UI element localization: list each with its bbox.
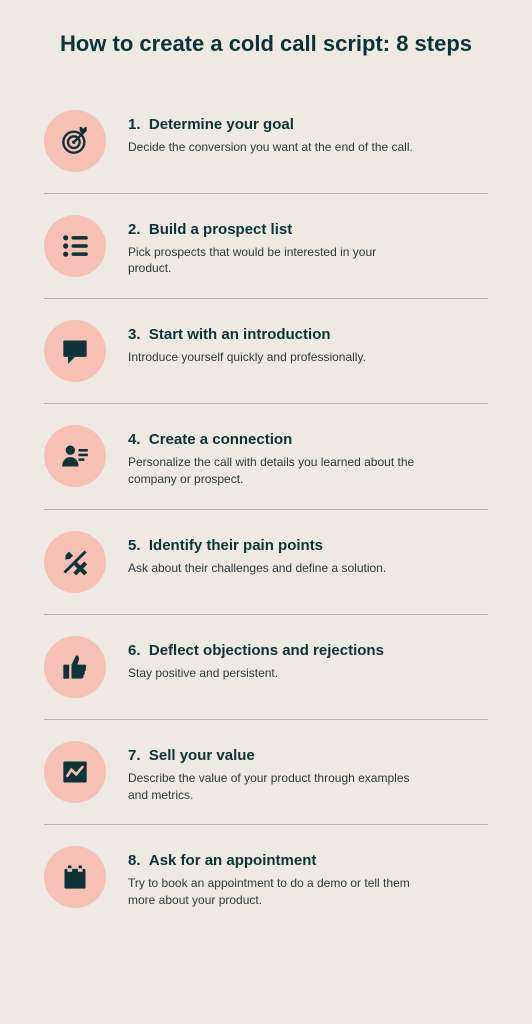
person-icon	[44, 425, 106, 487]
step-heading: 4. Create a connection	[128, 431, 488, 448]
step-heading: 6. Deflect objections and rejections	[128, 642, 488, 659]
target-icon	[44, 110, 106, 172]
step-body: 3. Start with an introduction Introduce …	[128, 320, 488, 366]
step-body: 6. Deflect objections and rejections Sta…	[128, 636, 488, 682]
step-4: 4. Create a connection Personalize the c…	[44, 404, 488, 510]
steps-list: 1. Determine your goal Decide the conver…	[44, 89, 488, 930]
step-desc: Stay positive and persistent.	[128, 665, 418, 682]
step-desc: Describe the value of your product throu…	[128, 770, 418, 804]
chart-icon	[44, 741, 106, 803]
step-body: 1. Determine your goal Decide the conver…	[128, 110, 488, 156]
step-8: 8. Ask for an appointment Try to book an…	[44, 825, 488, 930]
page-title: How to create a cold call script: 8 step…	[44, 30, 488, 59]
list-icon	[44, 215, 106, 277]
step-5: 5. Identify their pain points Ask about …	[44, 510, 488, 615]
step-heading: 7. Sell your value	[128, 747, 488, 764]
step-desc: Personalize the call with details you le…	[128, 454, 418, 488]
step-3: 3. Start with an introduction Introduce …	[44, 299, 488, 404]
step-heading: 3. Start with an introduction	[128, 326, 488, 343]
slash-icon	[44, 531, 106, 593]
calendar-icon	[44, 846, 106, 908]
step-7: 7. Sell your value Describe the value of…	[44, 720, 488, 826]
step-body: 5. Identify their pain points Ask about …	[128, 531, 488, 577]
step-body: 7. Sell your value Describe the value of…	[128, 741, 488, 804]
step-2: 2. Build a prospect list Pick prospects …	[44, 194, 488, 300]
step-desc: Ask about their challenges and define a …	[128, 560, 418, 577]
step-desc: Decide the conversion you want at the en…	[128, 139, 418, 156]
chat-icon	[44, 320, 106, 382]
step-desc: Introduce yourself quickly and professio…	[128, 349, 418, 366]
step-body: 2. Build a prospect list Pick prospects …	[128, 215, 488, 278]
step-heading: 2. Build a prospect list	[128, 221, 488, 238]
step-heading: 5. Identify their pain points	[128, 537, 488, 554]
step-desc: Pick prospects that would be interested …	[128, 244, 418, 278]
step-body: 8. Ask for an appointment Try to book an…	[128, 846, 488, 909]
thumb-icon	[44, 636, 106, 698]
step-heading: 1. Determine your goal	[128, 116, 488, 133]
step-desc: Try to book an appointment to do a demo …	[128, 875, 418, 909]
step-1: 1. Determine your goal Decide the conver…	[44, 89, 488, 194]
step-heading: 8. Ask for an appointment	[128, 852, 488, 869]
step-body: 4. Create a connection Personalize the c…	[128, 425, 488, 488]
step-6: 6. Deflect objections and rejections Sta…	[44, 615, 488, 720]
